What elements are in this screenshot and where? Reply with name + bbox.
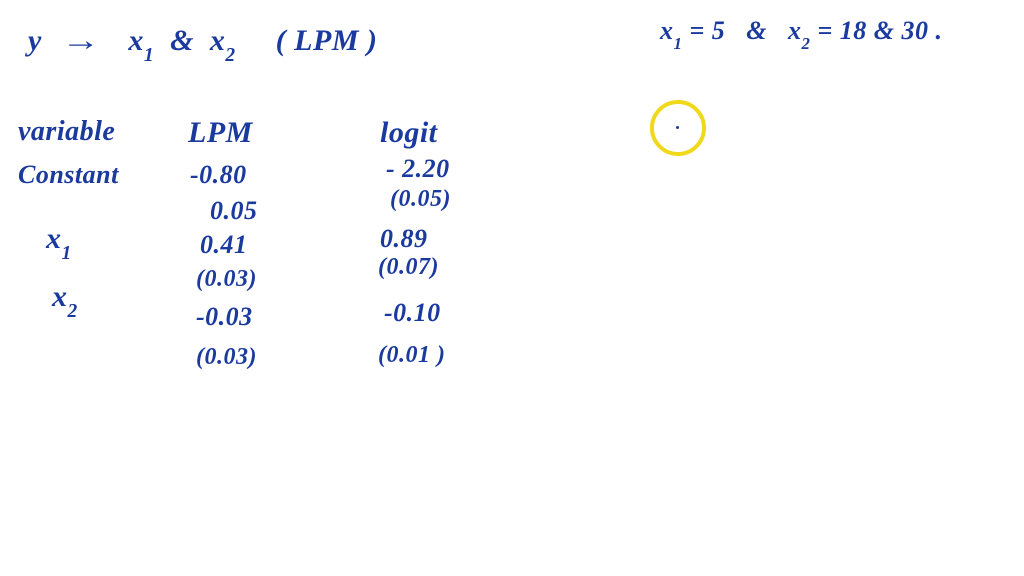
cell-x1-lpm-se: (0.03) (196, 266, 257, 293)
given-x2-sub: 2 (802, 34, 811, 53)
row-label-x1: x1 (46, 222, 72, 261)
eq-amp: & (170, 24, 194, 57)
cell-x1-logit-se: (0.07) (378, 254, 439, 281)
col-header-variable: variable (18, 116, 115, 148)
cell-x2-lpm: -0.03 (196, 302, 253, 332)
row-label-constant: Constant (18, 160, 119, 190)
col-header-lpm: LPM (188, 116, 253, 150)
eq-x2-sub: 2 (225, 45, 235, 66)
row-label-x2-sub: 2 (68, 301, 78, 322)
eq-x2: x (210, 24, 226, 57)
row-label-x1-sub: 1 (62, 243, 72, 264)
cell-x1-lpm: 0.41 (200, 230, 248, 260)
cell-constant-lpm-se: 0.05 (210, 196, 258, 226)
cell-constant-logit: - 2.20 (386, 154, 450, 184)
cell-constant-logit-se: (0.05) (390, 186, 451, 213)
row-label-x2: x2 (52, 280, 78, 319)
given-x1-sub: 1 (674, 34, 683, 53)
given-line-right: x1 = 5 & x2 = 18 & 30 . (660, 16, 943, 50)
given-eq2: = 18 & 30 . (817, 16, 942, 45)
highlight-center-dot (676, 126, 679, 129)
eq-paren: ( LPM ) (276, 24, 378, 57)
cell-constant-lpm: -0.80 (190, 160, 247, 190)
given-amp: & (746, 16, 767, 45)
arrow-icon: → (61, 24, 101, 58)
cell-x2-logit: -0.10 (384, 298, 441, 328)
equation-line-left: y → x1 & x2 ( LPM ) (28, 24, 377, 63)
eq-x1-sub: 1 (144, 45, 154, 66)
given-eq1: = 5 (689, 16, 725, 45)
row-label-x1-x: x (46, 222, 62, 255)
row-label-x2-x: x (52, 280, 68, 313)
cell-x1-logit: 0.89 (380, 224, 428, 254)
given-x1: x (660, 16, 674, 45)
given-x2: x (788, 16, 802, 45)
eq-x1: x (128, 24, 144, 57)
cell-x2-logit-se: (0.01 ) (378, 342, 445, 369)
col-header-logit: logit (380, 116, 438, 150)
eq-y: y (28, 24, 42, 57)
cell-x2-lpm-se: (0.03) (196, 344, 257, 371)
